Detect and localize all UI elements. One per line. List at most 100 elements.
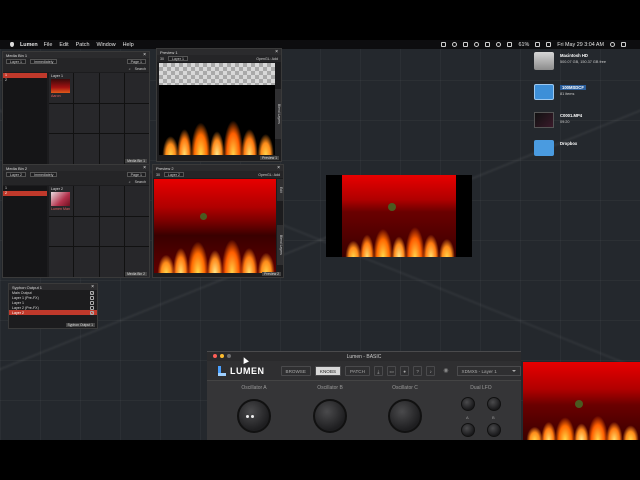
clip-slot[interactable] bbox=[74, 73, 99, 103]
clip-slot[interactable] bbox=[124, 216, 149, 247]
close-icon[interactable]: × bbox=[275, 49, 278, 55]
apple-icon[interactable] bbox=[8, 41, 15, 48]
grid-icon[interactable] bbox=[463, 42, 469, 47]
menu-help[interactable]: Help bbox=[123, 42, 134, 48]
tab-patch[interactable]: PATCH bbox=[345, 365, 370, 376]
app-menu[interactable]: Lumen bbox=[20, 42, 38, 48]
desktop-item[interactable]: Dropbox bbox=[534, 140, 577, 156]
notification-center-icon[interactable] bbox=[621, 42, 626, 47]
keyboard-icon[interactable] bbox=[546, 42, 552, 47]
menu-patch[interactable]: Patch bbox=[76, 42, 90, 48]
layer-select[interactable]: Layer 2 bbox=[164, 172, 184, 177]
clip-slot[interactable] bbox=[99, 103, 124, 134]
oscillator-b-knob[interactable] bbox=[313, 399, 347, 433]
clip-slot[interactable] bbox=[124, 73, 149, 103]
volume-icon[interactable] bbox=[507, 42, 513, 47]
layer-select[interactable]: Layer 1 bbox=[168, 56, 188, 61]
clip-name: Lumen Man bbox=[51, 207, 70, 211]
menu-window[interactable]: Window bbox=[96, 42, 115, 48]
blend-layers-tab[interactable]: Blend Layers bbox=[277, 225, 283, 265]
page-select[interactable]: Page 1 bbox=[126, 172, 146, 177]
clock[interactable]: Fri May 29 3:04 AM bbox=[557, 42, 604, 48]
layer-item[interactable]: 2 bbox=[3, 78, 47, 83]
checkbox-icon[interactable] bbox=[90, 300, 94, 305]
layer-number[interactable]: 30 bbox=[156, 173, 160, 177]
layer-select[interactable]: Layer 2 bbox=[6, 172, 26, 177]
close-icon[interactable]: × bbox=[143, 165, 146, 171]
clip-slot[interactable] bbox=[49, 103, 74, 134]
clip-slot[interactable] bbox=[99, 216, 124, 247]
clip-slot[interactable] bbox=[99, 247, 124, 277]
menu-file[interactable]: File bbox=[44, 42, 53, 48]
clip-slot[interactable] bbox=[74, 216, 99, 247]
timer-icon[interactable] bbox=[474, 42, 480, 47]
close-button[interactable] bbox=[213, 354, 217, 358]
clip-slot[interactable] bbox=[74, 103, 99, 134]
checkbox-icon[interactable] bbox=[90, 295, 94, 300]
clip-thumbnail[interactable] bbox=[51, 79, 70, 93]
close-icon[interactable]: × bbox=[277, 165, 280, 171]
clip-slot[interactable] bbox=[99, 186, 124, 216]
folder-icon[interactable]: ▭ bbox=[386, 365, 397, 376]
oscillator-a-knob[interactable] bbox=[237, 399, 271, 433]
cloud-icon[interactable] bbox=[452, 42, 458, 47]
oscillator-c-knob[interactable] bbox=[388, 399, 422, 433]
checkbox-icon[interactable]: ✓ bbox=[90, 290, 94, 295]
battery-icon[interactable] bbox=[535, 42, 541, 47]
blend-mode-select[interactable]: OpenGL: Add bbox=[256, 57, 278, 61]
clip-slot[interactable] bbox=[99, 73, 124, 103]
clip-slot[interactable] bbox=[49, 134, 74, 164]
desktop-item[interactable]: 100MSDCF 81 items bbox=[534, 84, 586, 100]
lfo-depth-knob-a[interactable] bbox=[461, 423, 475, 437]
close-icon[interactable]: × bbox=[91, 284, 94, 290]
camera-icon[interactable]: ◉ bbox=[443, 367, 448, 374]
tab-knobs[interactable]: KNOBS bbox=[314, 365, 342, 376]
clip-slot[interactable] bbox=[49, 247, 74, 277]
record-icon[interactable]: ● bbox=[400, 365, 410, 376]
tab-browse[interactable]: BROWSE bbox=[280, 365, 311, 376]
zoom-button[interactable] bbox=[227, 354, 231, 358]
audio-icon[interactable]: ♪ bbox=[426, 365, 436, 376]
device-select[interactable]: XDMX5 - Layer 1 bbox=[456, 365, 521, 376]
search-input[interactable]: Search bbox=[135, 180, 146, 184]
menu-edit[interactable]: Edit bbox=[59, 42, 68, 48]
help-icon[interactable]: ? bbox=[413, 365, 423, 376]
trigger-mode-select[interactable]: Immediately bbox=[30, 172, 58, 177]
clip-slot[interactable] bbox=[74, 186, 99, 216]
screen-icon[interactable] bbox=[441, 42, 447, 47]
lfo-rate-knob-b[interactable] bbox=[487, 397, 501, 411]
desktop-item[interactable]: Macintosh HD 500.07 GB, 150.37 GB free bbox=[534, 52, 606, 70]
blend-layers-tab[interactable]: Blend Layers bbox=[275, 89, 281, 139]
clip-slot[interactable] bbox=[74, 247, 99, 277]
lfo-rate-knob-a[interactable] bbox=[461, 397, 475, 411]
clip-slot[interactable] bbox=[99, 134, 124, 164]
layer-select[interactable]: Layer 1 bbox=[6, 59, 26, 64]
clip-slot[interactable] bbox=[124, 186, 149, 216]
layer-number[interactable]: 30 bbox=[160, 57, 164, 61]
clip-slot[interactable] bbox=[74, 134, 99, 164]
blend-mode-select[interactable]: OpenGL: Add bbox=[258, 173, 280, 177]
clip-slot[interactable] bbox=[124, 103, 149, 134]
lfo-depth-knob-b[interactable] bbox=[487, 423, 501, 437]
checkbox-icon[interactable] bbox=[90, 305, 94, 310]
syphon-source-row[interactable]: Layer 2 ✓ bbox=[9, 310, 97, 315]
search-input[interactable]: Search bbox=[135, 67, 146, 71]
checkbox-icon[interactable]: ✓ bbox=[90, 310, 94, 315]
spotlight-icon[interactable] bbox=[610, 42, 615, 47]
battery-percent[interactable]: 61% bbox=[518, 42, 529, 48]
clip-thumbnail[interactable] bbox=[51, 192, 70, 206]
lumen-titlebar[interactable]: Lumen - BASIC bbox=[207, 352, 521, 361]
close-icon[interactable]: × bbox=[143, 52, 146, 58]
clip-slot[interactable]: Layer 1 Aaron bbox=[49, 73, 74, 103]
clip-slot[interactable] bbox=[49, 216, 74, 247]
layer-item[interactable]: 2 bbox=[3, 191, 47, 196]
edit-tab[interactable]: Edit bbox=[277, 179, 283, 201]
desktop-item[interactable]: C0001.MP4 09:20 bbox=[534, 112, 582, 128]
trigger-mode-select[interactable]: Immediately bbox=[30, 59, 58, 64]
page-select[interactable]: Page 1 bbox=[126, 59, 146, 64]
minimize-button[interactable] bbox=[220, 354, 224, 358]
bluetooth-icon[interactable] bbox=[485, 42, 491, 47]
wifi-icon[interactable] bbox=[496, 42, 502, 47]
download-icon[interactable]: ⤓ bbox=[373, 365, 383, 376]
clip-slot[interactable]: Layer 2 Lumen Man bbox=[49, 186, 74, 216]
